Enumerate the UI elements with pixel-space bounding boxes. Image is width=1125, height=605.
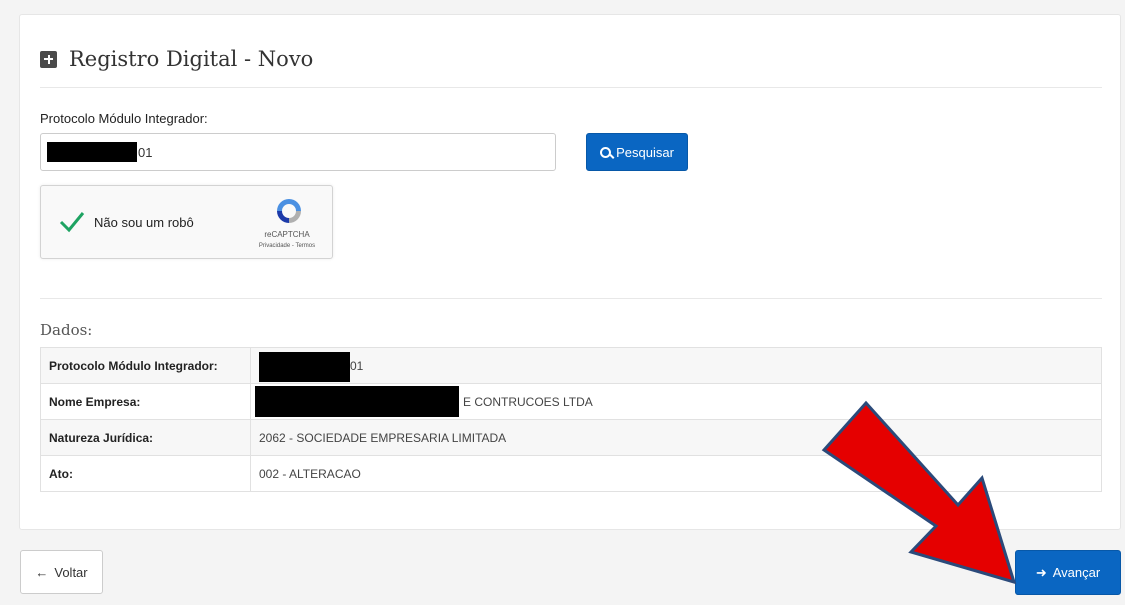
page-title: Registro Digital - Novo — [69, 47, 314, 71]
arrow-left-icon: ← — [35, 564, 49, 580]
divider — [40, 298, 1102, 299]
checkmark-icon[interactable] — [59, 208, 85, 234]
avancar-button-label: Avançar — [1052, 565, 1101, 580]
arrow-right-icon: ➜ — [1035, 565, 1047, 580]
row-value: E CONTRUCOES LTDA — [250, 383, 1102, 420]
divider — [40, 87, 1102, 88]
redaction-box — [259, 352, 350, 382]
main-panel: Registro Digital - Novo Protocolo Módulo… — [19, 14, 1121, 530]
captcha-label: Não sou um robô — [94, 215, 194, 230]
pesquisar-button-label: Pesquisar — [616, 144, 674, 160]
redaction-box — [47, 142, 137, 162]
search-icon — [600, 146, 612, 158]
recaptcha-links[interactable]: Privacidade - Termos — [237, 243, 337, 249]
row-key: Nome Empresa: — [40, 383, 251, 420]
dados-heading: Dados: — [40, 321, 93, 339]
recaptcha-logo-icon — [277, 199, 301, 223]
dados-table: Protocolo Módulo Integrador: 01 Nome Emp… — [40, 347, 1102, 492]
row-value: 002 - ALTERACAO — [250, 455, 1102, 492]
protocolo-label: Protocolo Módulo Integrador: — [40, 111, 208, 126]
row-key: Protocolo Módulo Integrador: — [40, 347, 251, 384]
protocolo-input[interactable]: 01 — [40, 133, 556, 171]
table-row: Protocolo Módulo Integrador: 01 — [40, 347, 1102, 384]
row-value: 01 — [250, 347, 1102, 384]
row-key: Natureza Jurídica: — [40, 419, 251, 456]
recaptcha-brand: reCAPTCHA — [264, 230, 310, 239]
recaptcha-widget[interactable]: Não sou um robô reCAPTCHA Privacidade - … — [40, 185, 333, 259]
row-key: Ato: — [40, 455, 251, 492]
protocolo-input-value: 01 — [138, 145, 153, 160]
plus-square-icon — [40, 50, 57, 68]
voltar-button[interactable]: ← Voltar — [20, 550, 103, 594]
row-value: 2062 - SOCIEDADE EMPRESARIA LIMITADA — [250, 419, 1102, 456]
voltar-button-label: Voltar — [54, 564, 88, 580]
table-row: Natureza Jurídica: 2062 - SOCIEDADE EMPR… — [40, 419, 1102, 456]
pesquisar-button[interactable]: Pesquisar — [586, 133, 688, 171]
table-row: Nome Empresa: E CONTRUCOES LTDA — [40, 383, 1102, 420]
table-row: Ato: 002 - ALTERACAO — [40, 455, 1102, 492]
page-header: Registro Digital - Novo — [40, 47, 313, 71]
avancar-button[interactable]: ➜ Avançar — [1015, 550, 1121, 595]
redaction-box — [255, 386, 459, 417]
